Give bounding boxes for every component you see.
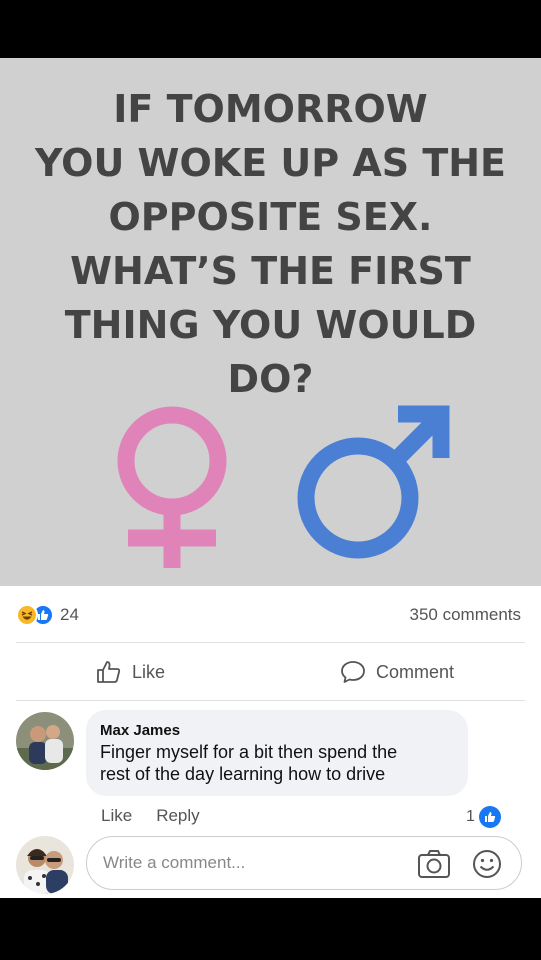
post-card: 24 350 comments Like Comment Max James F… (0, 586, 541, 898)
comment-bubble: Max James Finger myself for a bit then s… (86, 710, 468, 796)
gender-symbols (117, 405, 450, 568)
headline-line: WHAT’S THE FIRST (70, 249, 471, 293)
male-symbol-icon (297, 405, 450, 559)
comment-like-link[interactable]: Like (101, 806, 132, 826)
camera-icon[interactable] (417, 848, 451, 880)
comment-button-label: Comment (376, 661, 455, 682)
female-symbol-icon (117, 406, 227, 568)
post-image[interactable]: IF TOMORROW YOU WOKE UP AS THE OPPOSITE … (0, 58, 541, 586)
comment-button[interactable]: Comment (340, 660, 454, 684)
divider (16, 642, 525, 643)
haha-reaction-icon (16, 604, 38, 626)
write-comment-placeholder: Write a comment... (103, 853, 246, 872)
comment-like-count-number: 1 (466, 808, 475, 825)
thumbs-up-icon (97, 661, 121, 683)
comment-like-count[interactable]: 1 (466, 806, 501, 828)
headline-line: THING YOU WOULD (64, 303, 477, 347)
image-headline: IF TOMORROW YOU WOKE UP AS THE OPPOSITE … (10, 82, 531, 406)
comment-actions: Like Reply (101, 806, 200, 826)
like-reaction-icon (478, 806, 501, 828)
bottom-black-bar (0, 898, 541, 960)
comment-text-line: Finger myself for a bit then spend the (100, 742, 398, 762)
like-button-label: Like (132, 661, 166, 682)
comment-reply-link[interactable]: Reply (156, 806, 199, 826)
comments-count-link[interactable]: 350 comments (410, 605, 522, 625)
reaction-count: 24 (60, 605, 79, 624)
comment-author[interactable]: Max James (100, 721, 454, 741)
write-comment-input[interactable]: Write a comment... (86, 836, 522, 890)
headline-line: IF TOMORROW (113, 87, 428, 131)
comment-bubble-icon (341, 661, 365, 683)
smiley-icon[interactable] (471, 848, 503, 880)
top-black-bar (0, 0, 541, 58)
divider (16, 700, 525, 701)
like-button[interactable]: Like (96, 660, 165, 684)
comment-text-line: rest of the day learning how to drive (100, 764, 386, 784)
headline-line: YOU WOKE UP AS THE (34, 141, 507, 185)
headline-line: OPPOSITE SEX. (108, 195, 433, 239)
commenter-avatar[interactable] (16, 712, 74, 770)
reactions-summary[interactable]: 24 (16, 603, 79, 627)
current-user-avatar[interactable] (16, 836, 74, 894)
